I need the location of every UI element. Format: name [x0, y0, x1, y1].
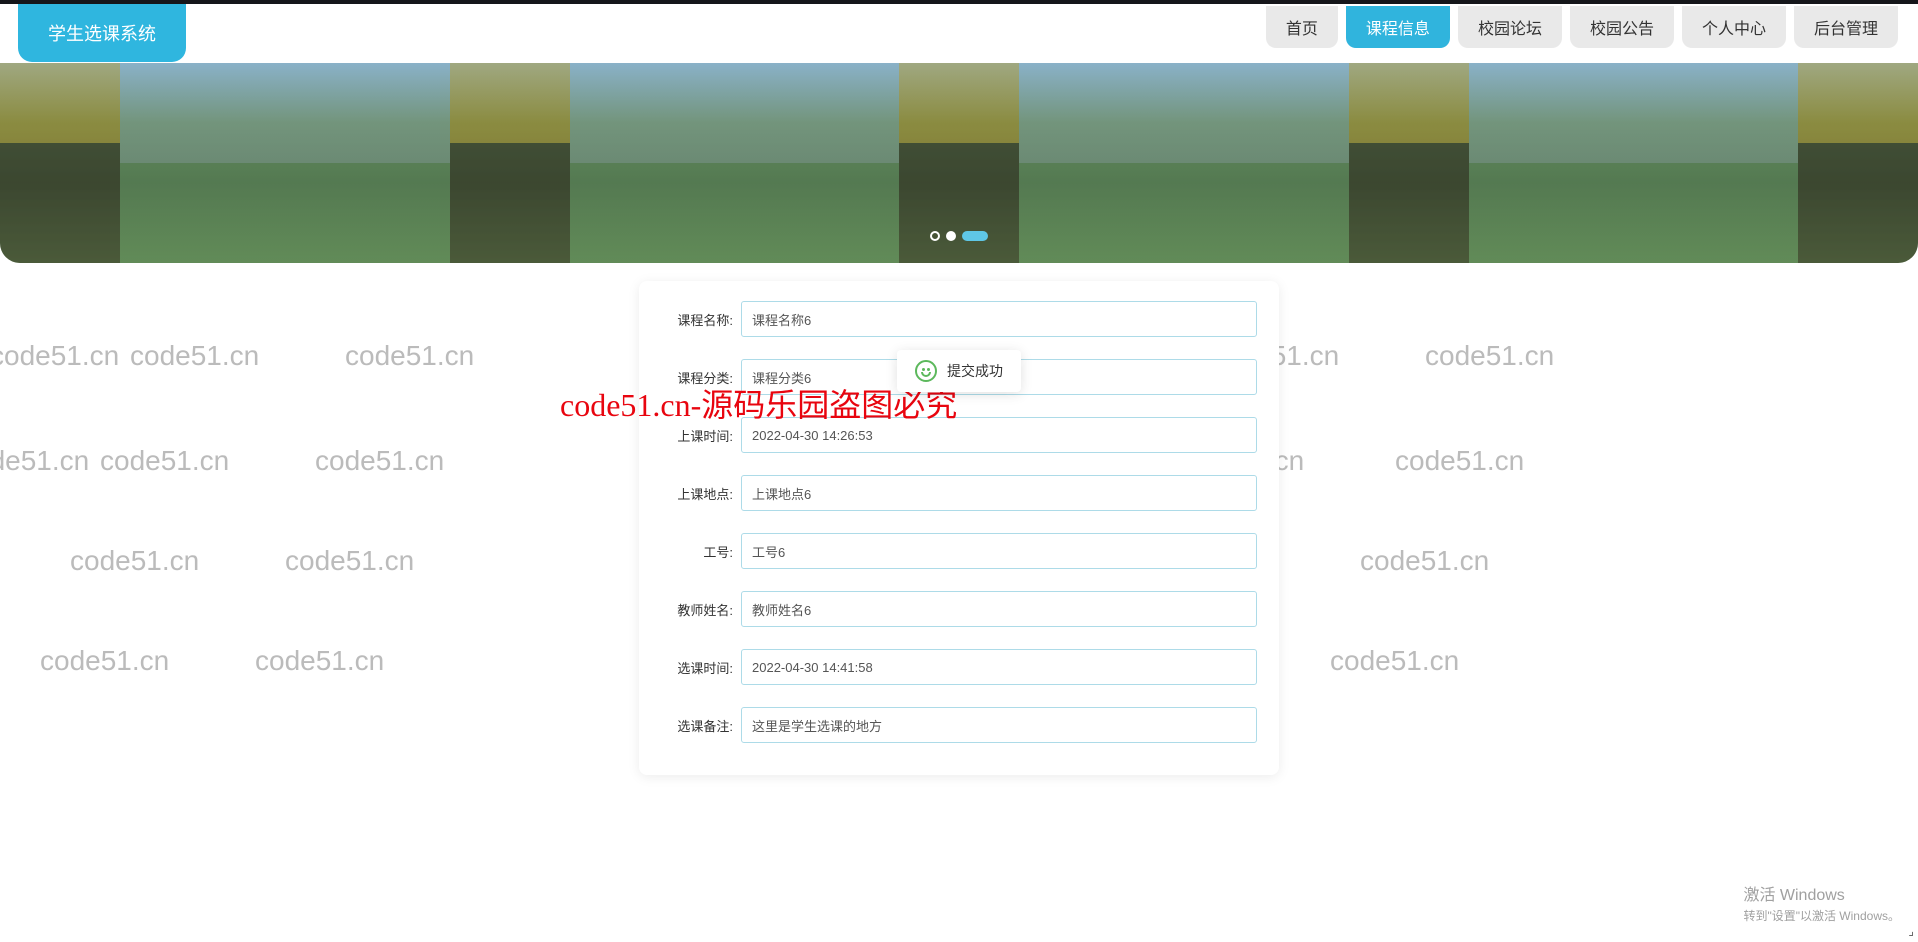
- watermark: code51.cn: [1330, 645, 1459, 677]
- nav-admin[interactable]: 后台管理: [1794, 6, 1898, 48]
- field-select-time: 选课时间:: [661, 649, 1257, 685]
- watermark: code51.cn: [1395, 445, 1524, 477]
- main-nav: 首页 课程信息 校园论坛 校园公告 个人中心 后台管理: [1266, 4, 1918, 48]
- input-class-time[interactable]: [741, 417, 1257, 453]
- watermark: code51.cn: [100, 445, 229, 477]
- watermark: code51.cn: [0, 340, 119, 372]
- watermark: code51.cn: [40, 645, 169, 677]
- watermark: code51.cn: [1360, 545, 1489, 577]
- nav-profile[interactable]: 个人中心: [1682, 6, 1786, 48]
- watermark: code51.cn: [130, 340, 259, 372]
- label-course-name: 课程名称:: [661, 310, 733, 329]
- label-staff-id: 工号:: [661, 542, 733, 561]
- label-remark: 选课备注:: [661, 716, 733, 735]
- hero-banner: [0, 63, 1918, 263]
- label-class-time: 上课时间:: [661, 426, 733, 445]
- field-teacher-name: 教师姓名:: [661, 591, 1257, 627]
- nav-course-info[interactable]: 课程信息: [1346, 6, 1450, 48]
- app-logo[interactable]: 学生选课系统: [18, 4, 186, 62]
- nav-home[interactable]: 首页: [1266, 6, 1338, 48]
- watermark: code51.cn: [345, 340, 474, 372]
- input-select-time[interactable]: [741, 649, 1257, 685]
- field-remark: 选课备注:: [661, 707, 1257, 743]
- field-class-time: 上课时间:: [661, 417, 1257, 453]
- carousel-dot-2[interactable]: [946, 231, 956, 241]
- activate-title: 激活 Windows: [1743, 881, 1900, 905]
- resize-grip-icon: ⌟: [1908, 924, 1914, 938]
- carousel-dot-3-active[interactable]: [962, 231, 988, 241]
- watermark: code51.cn: [315, 445, 444, 477]
- carousel-dots: [930, 231, 988, 241]
- watermark: code51.cn: [1425, 340, 1554, 372]
- watermark: code51.cn: [0, 445, 89, 477]
- field-course-name: 课程名称:: [661, 301, 1257, 337]
- label-location: 上课地点:: [661, 484, 733, 503]
- watermark: code51.cn: [70, 545, 199, 577]
- nav-announcement[interactable]: 校园公告: [1570, 6, 1674, 48]
- smile-icon: [915, 360, 937, 382]
- input-course-name[interactable]: [741, 301, 1257, 337]
- input-remark[interactable]: [741, 707, 1257, 743]
- header: 学生选课系统 首页 课程信息 校园论坛 校园公告 个人中心 后台管理: [0, 0, 1918, 63]
- input-staff-id[interactable]: [741, 533, 1257, 569]
- nav-forum[interactable]: 校园论坛: [1458, 6, 1562, 48]
- carousel-dot-1[interactable]: [930, 231, 940, 241]
- toast-message: 提交成功: [947, 361, 1003, 381]
- label-course-category: 课程分类:: [661, 368, 733, 387]
- activate-subtitle: 转到"设置"以激活 Windows。: [1743, 907, 1900, 924]
- toast-success: 提交成功: [897, 350, 1021, 392]
- input-teacher-name[interactable]: [741, 591, 1257, 627]
- label-select-time: 选课时间:: [661, 658, 733, 677]
- field-location: 上课地点:: [661, 475, 1257, 511]
- input-location[interactable]: [741, 475, 1257, 511]
- watermark: code51.cn: [255, 645, 384, 677]
- label-teacher-name: 教师姓名:: [661, 600, 733, 619]
- activate-windows: 激活 Windows 转到"设置"以激活 Windows。: [1743, 881, 1900, 924]
- field-staff-id: 工号:: [661, 533, 1257, 569]
- watermark: code51.cn: [285, 545, 414, 577]
